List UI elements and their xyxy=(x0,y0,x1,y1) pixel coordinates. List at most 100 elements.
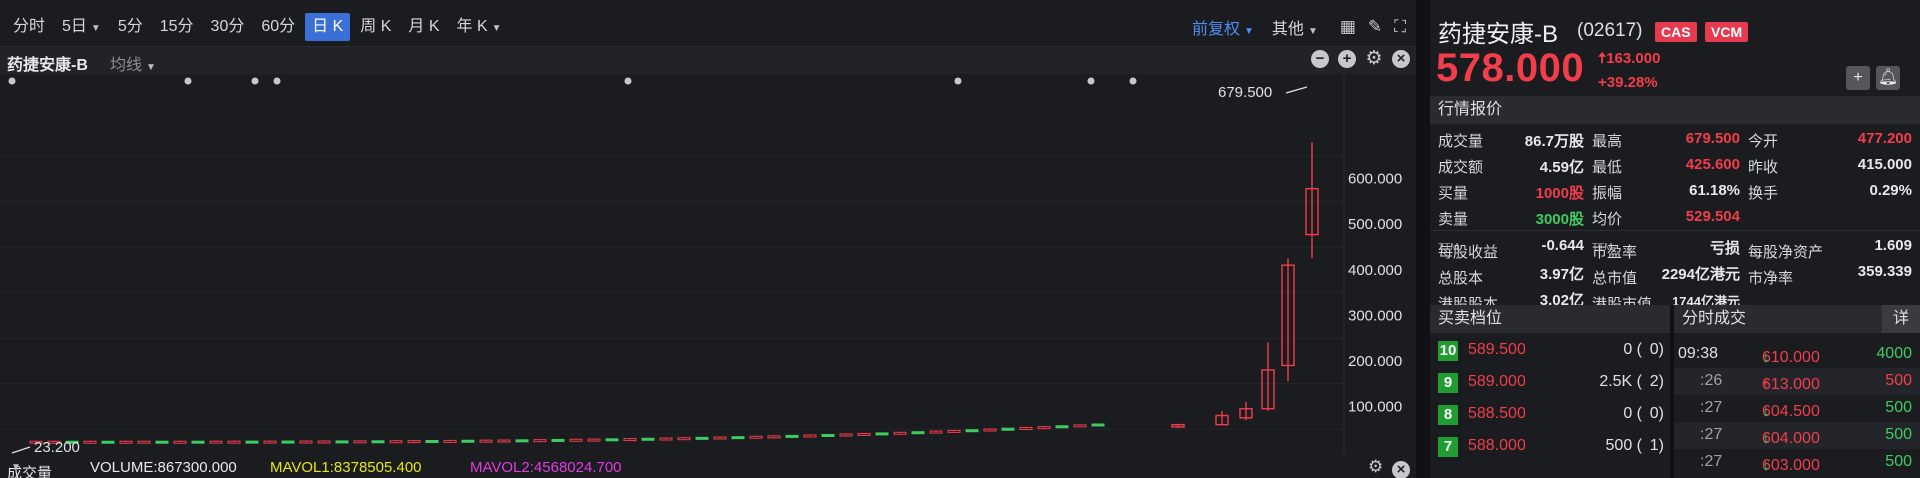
ma-dropdown[interactable]: 均线 ▼ xyxy=(110,51,156,75)
panel-divider[interactable] xyxy=(1416,0,1430,478)
orderbook-row[interactable]: 9 589.000 2.5K (2) xyxy=(1430,370,1670,396)
quote-label: 最低 xyxy=(1592,159,1623,176)
tick-row: :27 604.500 ↓ 500 xyxy=(1674,395,1920,422)
alert-bell-icon[interactable]: 🔔︎ xyxy=(1876,66,1900,90)
quote-value: 359.339 xyxy=(1857,263,1912,280)
tf-30min[interactable]: 30分 xyxy=(204,13,252,41)
tick-time: :27 xyxy=(1700,399,1723,416)
y-tick-label: 100.000 xyxy=(1348,398,1402,415)
tick-price-value: 613.000 xyxy=(1762,376,1820,393)
orderbook-row[interactable]: 8 588.500 0 (0) xyxy=(1430,402,1670,428)
event-marker-dot[interactable] xyxy=(184,77,192,85)
stock-name: 药捷安康-B xyxy=(1438,21,1558,48)
tick-time: 09:38 xyxy=(1678,345,1719,362)
fuquan-dropdown[interactable]: 前复权 ▼ xyxy=(1192,15,1254,39)
fullscreen-icon[interactable]: ⛶ xyxy=(1394,17,1406,37)
orderbook-count: 1) xyxy=(1649,437,1664,454)
orderbook-row[interactable]: 10 589.500 0 (0) xyxy=(1430,338,1670,364)
settings-gear-icon[interactable]: ⚙ xyxy=(1365,49,1383,68)
orderbook-count: 2) xyxy=(1649,373,1664,390)
candle-body xyxy=(947,429,961,433)
min-price-arrow xyxy=(11,446,31,454)
quote-value: 亏损 xyxy=(1709,240,1740,257)
chevron-down-icon: ▼ xyxy=(491,23,502,34)
event-marker-dot[interactable] xyxy=(624,77,632,85)
orderbook-qty: 500 ( xyxy=(1605,437,1642,454)
candle-body xyxy=(587,438,601,442)
quote-label: 成交量 xyxy=(1438,133,1484,150)
tick-row: :26 613.000 ↑ 500 xyxy=(1674,368,1920,395)
candle-body xyxy=(155,440,169,444)
candle-body xyxy=(641,437,655,441)
candle-body xyxy=(407,440,421,444)
quote-label: 最高 xyxy=(1592,133,1623,150)
quote-row: 总股本 3.97亿 总市值 2294亿港元 市净率 359.339 xyxy=(1430,259,1920,287)
candle-body xyxy=(515,439,529,443)
pen-draw-icon[interactable]: ✎ xyxy=(1368,17,1382,37)
up-arrow-icon: 🠅 xyxy=(1598,50,1607,67)
candle-body xyxy=(785,434,799,438)
arrow-up-icon: ↑ xyxy=(1762,376,1770,393)
tf-monthly-k[interactable]: 月 K xyxy=(401,13,446,41)
event-marker-dot[interactable] xyxy=(8,77,16,85)
quote-value: 2294亿港元 xyxy=(1661,266,1740,283)
candle-body xyxy=(821,433,835,437)
mavol2-value: MAVOL2:4568024.700 xyxy=(470,459,622,476)
candle-body xyxy=(353,440,367,444)
candle-body xyxy=(443,439,457,443)
candle-body xyxy=(893,431,907,435)
candle-body xyxy=(965,429,979,433)
candle-body xyxy=(659,437,673,441)
orderbook-title: 买卖档位 xyxy=(1438,310,1503,327)
quote-value: 529.504 xyxy=(1685,208,1740,225)
candle-body xyxy=(263,440,277,444)
candle-body xyxy=(911,431,925,435)
candle-body xyxy=(101,440,115,444)
tf-weekly-k[interactable]: 周 K xyxy=(353,13,398,41)
candle-body xyxy=(281,440,295,444)
event-marker-dot[interactable] xyxy=(273,77,281,85)
orderbook-row[interactable]: 7 588.000 500 (1) xyxy=(1430,434,1670,460)
grid-layout-icon[interactable]: ▦ xyxy=(1340,17,1356,37)
chevron-down-icon: ▼ xyxy=(146,62,156,73)
quote-row: 成交额 4.59亿 最低 425.600 昨收 415.000 xyxy=(1430,152,1920,178)
event-marker-dot[interactable] xyxy=(954,77,962,85)
zoom-out-icon[interactable]: − xyxy=(1311,50,1329,68)
ticks-header: 分时成交 详 xyxy=(1674,305,1920,333)
tf-5min[interactable]: 5分 xyxy=(111,13,150,41)
volume-settings-icon[interactable]: ⚙ xyxy=(1368,457,1383,477)
price-change-pct: +39.28% xyxy=(1598,74,1658,91)
candle-body xyxy=(1055,425,1069,429)
candlestick-chart[interactable]: 600.000 500.000 400.000 300.000 200.000 100.0… xyxy=(0,74,1416,454)
other-dropdown[interactable]: 其他 ▼ xyxy=(1272,15,1318,39)
event-marker-dot[interactable] xyxy=(251,77,259,85)
quote-row: 买量 1000股 振幅 61.18% 换手 0.29% xyxy=(1430,178,1920,204)
tf-5day[interactable]: 5日 ▼ xyxy=(55,13,108,41)
quote-label: 今开 xyxy=(1748,133,1779,150)
tf-yearly-k[interactable]: 年 K ▼ xyxy=(450,13,509,41)
chart-subheader: 药捷安康-B 均线 ▼ − + ⚙ × xyxy=(0,46,1416,74)
tf-daily-k[interactable]: 日 K xyxy=(305,13,351,41)
chart-panel: 分时 5日 ▼ 5分 15分 30分 60分 日 K 周 K 月 K 年 K ▼ 前… xyxy=(0,0,1416,478)
tick-time: :27 xyxy=(1700,426,1723,443)
tf-yearly-label: 年 K xyxy=(456,18,488,35)
orderbook-level: 7 xyxy=(1438,437,1458,457)
tf-60min[interactable]: 60分 xyxy=(254,13,302,41)
orderbook-level: 10 xyxy=(1438,341,1458,361)
arrow-down-icon: ↓ xyxy=(1762,349,1770,366)
tf-fenshi[interactable]: 分时 xyxy=(6,13,52,41)
quote-label: 成交额 xyxy=(1438,159,1484,176)
ticks-detail-button[interactable]: 详 xyxy=(1882,305,1920,333)
tf-15min[interactable]: 15分 xyxy=(153,13,201,41)
orderbook-qty: 0 ( xyxy=(1623,405,1642,422)
tick-price-value: 604.500 xyxy=(1762,403,1820,420)
event-marker-dot[interactable] xyxy=(1129,77,1137,85)
candle-body xyxy=(1019,426,1033,430)
add-watchlist-button[interactable]: + xyxy=(1846,66,1870,90)
close-icon[interactable]: × xyxy=(1392,50,1410,68)
zoom-in-icon[interactable]: + xyxy=(1338,50,1356,68)
tick-time: :27 xyxy=(1700,453,1723,470)
y-tick-label: 200.000 xyxy=(1348,353,1402,370)
event-marker-dot[interactable] xyxy=(1087,77,1095,85)
tick-volume: 500 xyxy=(1885,372,1912,389)
